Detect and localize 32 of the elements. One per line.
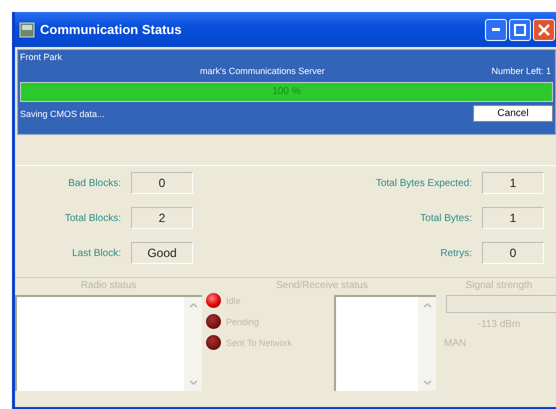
cancel-button[interactable]: Cancel xyxy=(473,105,553,122)
location-label: Front Park xyxy=(20,52,64,62)
progress-label: 100 % xyxy=(271,86,302,97)
scroll-down-icon[interactable] xyxy=(188,380,198,385)
value-field: 1 xyxy=(482,172,544,194)
close-button[interactable] xyxy=(533,18,555,40)
scroll-up-icon[interactable] xyxy=(422,303,432,308)
field-label: Total Blocks: xyxy=(64,212,121,224)
scroll-down-icon[interactable] xyxy=(422,380,432,385)
field-label: Last Block: xyxy=(71,248,121,258)
send-receive-list[interactable] xyxy=(334,295,436,391)
maximize-button[interactable] xyxy=(509,18,531,40)
minimize-button[interactable] xyxy=(485,18,507,40)
window-title: Communication Status xyxy=(40,22,182,37)
server-label: mark's Communications Server xyxy=(200,66,325,76)
field-label: Retrys: xyxy=(439,248,472,258)
number-left-label: Number Left: 1 xyxy=(491,66,551,76)
field-label: Total Bytes: xyxy=(419,212,472,224)
value-field: Good xyxy=(131,242,193,264)
field-label: Total Bytes Expected: xyxy=(374,178,472,188)
app-icon xyxy=(19,22,35,38)
value-field: 2 xyxy=(131,207,193,229)
value-field: 1 xyxy=(482,207,544,229)
field-label: Bad Blocks: xyxy=(67,178,121,188)
radio-status-list[interactable] xyxy=(15,295,202,391)
maximize-icon xyxy=(514,24,526,36)
value-field: 0 xyxy=(131,172,193,194)
minimize-icon xyxy=(492,28,500,31)
status-message: Saving CMOS data... xyxy=(20,108,105,118)
close-icon xyxy=(538,24,550,36)
value-field: 0 xyxy=(482,242,544,264)
scroll-up-icon[interactable] xyxy=(188,303,198,308)
